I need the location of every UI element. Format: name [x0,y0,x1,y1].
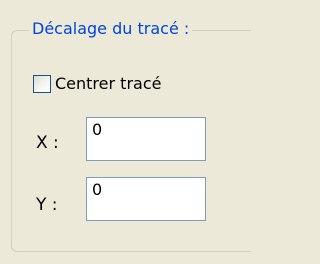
y-offset-input[interactable]: 0 [86,177,206,221]
center-trace-checkbox[interactable] [33,75,51,93]
trace-offset-title: Décalage du tracé : [29,18,193,40]
y-label: Y : [36,195,58,215]
x-offset-input[interactable]: 0 [86,117,206,161]
center-trace-label[interactable]: Centrer tracé [55,73,161,95]
center-trace-row[interactable]: Centrer tracé [33,73,161,95]
x-label: X : [36,133,59,153]
